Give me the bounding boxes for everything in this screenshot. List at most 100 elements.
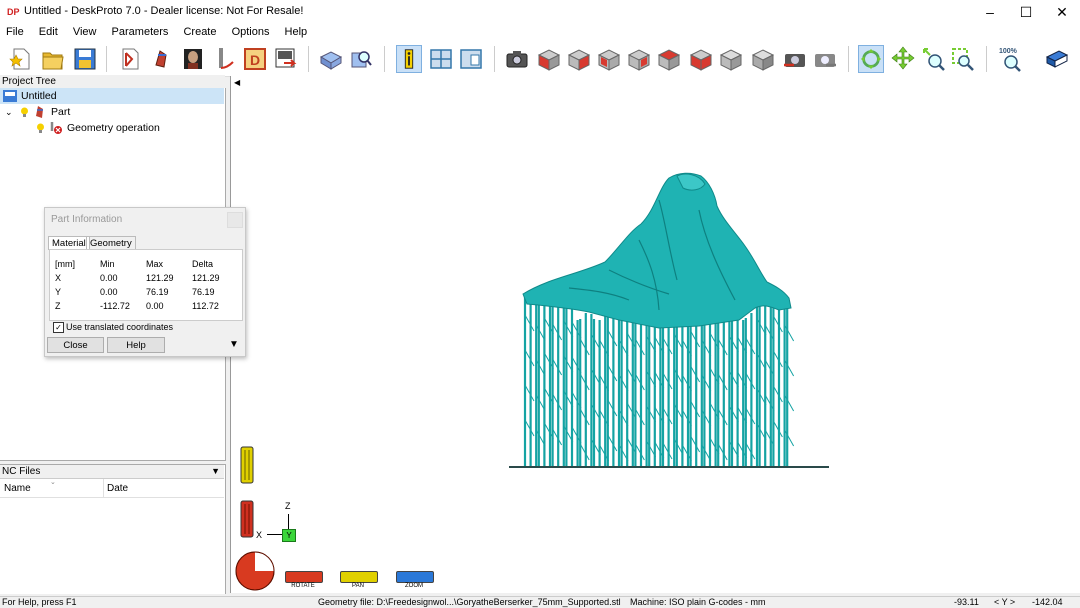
pan-tool-icon[interactable] [890,45,916,73]
minimize-button[interactable]: – [972,0,1008,24]
support-brace [784,359,795,377]
svg-text:DP: DP [7,7,20,17]
project-icon [3,90,17,102]
status-x-value: -93.11 [954,597,979,607]
split-view-icon[interactable] [428,45,454,73]
dialog-title: Part Information [51,214,123,225]
zoom-100-icon[interactable]: 100% [998,45,1024,73]
row-x-axis: X [55,273,62,283]
zoom-window-icon[interactable] [950,45,976,73]
view-right-icon[interactable] [626,45,652,73]
header-delta: Delta [192,259,214,269]
collapse-panel-arrow-icon[interactable]: ◀ [234,78,240,87]
maximize-button[interactable]: ☐ [1008,0,1044,24]
dialog-close-icon[interactable] [227,212,243,228]
axis-y-marker: Y [282,529,296,542]
support-brace [552,393,563,411]
toolpath-icon[interactable] [212,45,238,73]
status-y-label: < Y > [994,597,1016,607]
lightbulb-icon[interactable] [20,107,29,118]
support-brace [552,323,563,341]
menu-help[interactable]: Help [279,24,314,38]
zoom-legend-icon [396,571,434,583]
import-geometry-icon[interactable] [118,45,144,73]
view-bottom-icon[interactable] [688,45,714,73]
translated-coords-label: Use translated coordinates [66,322,174,332]
help-book-icon[interactable] [1044,45,1070,73]
support-brace [690,365,701,383]
collapse-chevron-icon[interactable]: ⌄ [5,104,13,120]
menu-bar: File Edit View Parameters Create Options… [0,24,1080,42]
camera-view-icon[interactable] [504,45,530,73]
column-name[interactable]: Name [4,483,31,494]
3d-viewport[interactable]: ◀ Z X Y ROTATE PAN ZOOM [230,76,1080,593]
menu-parameters[interactable]: Parameters [106,24,175,38]
nc-files-title: NC Files [2,466,41,477]
row-y-delta: 76.19 [192,287,215,297]
view-iso-icon[interactable] [718,45,744,73]
view-back-icon[interactable] [566,45,592,73]
add-part-icon[interactable] [150,45,176,73]
operation-error-icon [50,122,62,134]
drawing-icon[interactable]: D [242,45,268,73]
vertical-zoom-slider-icon[interactable] [240,446,254,484]
tree-item-part[interactable]: ⌄ Part [0,104,224,120]
open-folder-icon[interactable] [40,45,66,73]
zoom-tool-icon[interactable] [920,45,946,73]
tree-label-geometry-operation: Geometry operation [67,122,160,134]
menu-options[interactable]: Options [226,24,276,38]
new-file-icon[interactable] [8,45,34,73]
status-y-value: -142.04 [1032,597,1063,607]
close-button[interactable]: Close [47,337,104,353]
view-front-icon[interactable] [536,45,562,73]
rotate-dial-icon[interactable] [233,549,277,591]
save-icon[interactable] [72,45,98,73]
expand-dialog-arrow-icon[interactable]: ▼ [229,339,239,350]
row-z-min: -112.72 [100,301,130,311]
support-brace [552,358,563,376]
help-button[interactable]: Help [107,337,165,353]
dropdown-arrow-icon[interactable]: ▼ [211,465,220,478]
view-top-icon[interactable] [656,45,682,73]
save-nc-icon[interactable] [272,45,298,73]
tree-item-geometry-operation[interactable]: Geometry operation [0,120,224,136]
next-view-icon[interactable] [812,45,838,73]
part-info-icon[interactable] [396,45,422,73]
tab-material[interactable]: Material [48,236,90,250]
row-y-min: 0.00 [100,287,118,297]
close-window-button[interactable]: ✕ [1044,0,1080,24]
supported-model-render [509,172,829,468]
previous-view-icon[interactable] [782,45,808,73]
translated-coords-checkbox[interactable]: ✓ [53,322,64,333]
header-unit: [mm] [55,259,75,269]
status-bar: For Help, press F1 Geometry file: D:\Fre… [0,596,1080,608]
window-view-icon[interactable] [458,45,484,73]
rotate-tool-icon[interactable] [858,45,884,73]
axis-z-line [288,514,289,530]
pan-legend-icon [340,571,378,583]
rotate-legend-icon [285,571,323,583]
vertical-rotate-slider-icon[interactable] [240,500,254,538]
material-block-icon[interactable] [318,45,344,73]
sort-chevron-icon: ⌄ [50,479,56,486]
import-bitmap-icon[interactable] [180,45,206,73]
nc-files-panel: NC Files ▼ Name ⌄ Date [0,464,226,594]
part-info-table: [mm] Min Max Delta X 0.00 121.29 121.29 … [49,249,243,321]
menu-edit[interactable]: Edit [33,24,64,38]
menu-create[interactable]: Create [177,24,222,38]
tab-geometry[interactable]: Geometry [86,236,136,250]
part-information-dialog: Part Information Material Geometry [mm] … [44,207,246,357]
menu-view[interactable]: View [67,24,103,38]
tree-item-untitled[interactable]: Untitled [0,88,224,104]
pan-legend-label: PAN [352,583,364,589]
lightbulb-icon[interactable] [36,123,45,134]
window-title: Untitled - DeskProto 7.0 - Dealer licens… [24,5,304,17]
svg-text:D: D [250,52,260,68]
column-date[interactable]: Date [107,483,128,494]
view-shaded-icon[interactable] [750,45,776,73]
menu-file[interactable]: File [0,24,30,38]
inspect-icon[interactable] [348,45,374,73]
axis-z-label: Z [285,501,291,511]
view-left-icon[interactable] [596,45,622,73]
axis-x-label: X [256,530,263,540]
